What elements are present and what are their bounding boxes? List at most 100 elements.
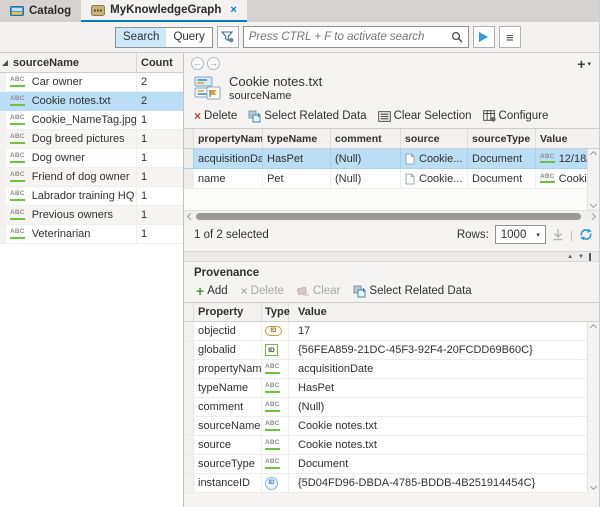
table-row[interactable]: name Pet (Null) Cookie... Document ABCCo… [184, 169, 599, 189]
run-search-button[interactable] [473, 26, 495, 48]
source-name: Dog breed pictures [32, 133, 136, 145]
tab-catalog[interactable]: Catalog [0, 0, 81, 22]
cell-value: HasPet [289, 379, 599, 397]
configure-button[interactable]: Configure [483, 110, 549, 122]
table-row-selected[interactable]: acquisitionDate HasPet (Null) Cookie... … [184, 149, 599, 169]
source-name: Dog owner [32, 152, 136, 164]
list-item[interactable]: ABCFriend of dog owner1 [0, 168, 183, 187]
column-header-value[interactable]: Value [536, 129, 599, 148]
table-row[interactable]: propertyNameABCacquisitionDate [184, 360, 599, 379]
table-row[interactable]: objectidID17 [184, 322, 599, 341]
rows-select[interactable]: 1000 ▾ [495, 225, 546, 244]
row-selector-gutter[interactable] [0, 187, 6, 205]
row-selector-gutter[interactable] [0, 225, 6, 243]
search-toggle[interactable]: Search [116, 28, 166, 47]
chevron-down-icon[interactable] [590, 483, 597, 490]
column-header-propertyname[interactable]: propertyName [194, 129, 263, 148]
list-item-selected[interactable]: ABCCookie notes.txt2 [0, 92, 183, 111]
column-header-typename[interactable]: typeName [263, 129, 331, 148]
clear-selection-button[interactable]: Clear Selection [378, 110, 472, 122]
chevron-up-icon[interactable] [590, 151, 597, 158]
column-header-source[interactable]: source [401, 129, 468, 148]
row-selector-gutter[interactable] [184, 322, 194, 340]
back-button[interactable]: ← [191, 57, 204, 70]
row-selector-gutter[interactable] [0, 206, 6, 224]
download-icon[interactable] [552, 228, 564, 241]
prov-select-related-button[interactable]: Select Related Data [353, 285, 471, 298]
chevron-down-icon[interactable]: ▾ [587, 60, 591, 68]
row-selector-gutter[interactable] [0, 168, 6, 186]
table-row[interactable]: globalidID{56FEA859-21DC-45F3-92F4-20FCD… [184, 341, 599, 360]
column-header-property[interactable]: Property [194, 303, 262, 321]
table-row[interactable]: instanceIDID{5D04FD96-DBDA-4785-BDDB-4B2… [184, 474, 599, 493]
search-input[interactable] [249, 31, 451, 43]
list-item[interactable]: ABCDog breed pictures1 [0, 130, 183, 149]
horizontal-scrollbar[interactable] [184, 210, 599, 222]
refresh-icon[interactable] [579, 228, 593, 241]
clear-button[interactable]: Clear [297, 285, 340, 297]
row-selector-gutter[interactable] [184, 398, 194, 416]
scrollbar-thumb[interactable] [196, 213, 581, 220]
row-selector-gutter[interactable] [184, 436, 194, 454]
panel-splitter[interactable]: ▲ ▼ [184, 251, 599, 262]
list-item[interactable]: ABCCar owner2 [0, 73, 183, 92]
chevron-up-icon[interactable] [590, 324, 597, 331]
list-item[interactable]: ABCDog owner1 [0, 149, 183, 168]
row-selector-gutter[interactable] [184, 417, 194, 435]
abc-icon: ABC [10, 172, 25, 182]
query-toggle[interactable]: Query [166, 28, 211, 47]
chevron-right-icon[interactable] [589, 213, 596, 220]
table-row[interactable]: sourceNameABCCookie notes.txt [184, 417, 599, 436]
row-selector-gutter[interactable] [184, 169, 194, 188]
close-icon[interactable]: × [230, 4, 236, 16]
add-row-button[interactable]: + Add [196, 285, 228, 297]
filter-button[interactable] [217, 26, 239, 48]
row-selector-gutter[interactable] [0, 73, 6, 91]
list-item[interactable]: ABCPrevious owners1 [0, 206, 183, 225]
chevron-down-icon[interactable] [590, 201, 597, 208]
tab-myknowledgegraph[interactable]: MyKnowledgeGraph × [81, 0, 247, 22]
row-selector-gutter[interactable] [0, 130, 6, 148]
forward-button[interactable]: → [207, 57, 220, 70]
select-related-data-button[interactable]: Select Related Data [248, 110, 366, 123]
list-item[interactable]: ABCVeterinarian1 [0, 225, 183, 244]
column-header-value[interactable]: Value [289, 303, 599, 321]
row-selector-gutter[interactable] [0, 111, 6, 129]
row-selector-gutter[interactable] [184, 149, 194, 168]
row-selector-gutter[interactable] [184, 474, 194, 492]
abc-icon: ABC [10, 134, 25, 144]
vertical-scrollbar[interactable] [587, 149, 599, 210]
row-selector-gutter[interactable] [184, 360, 194, 378]
delete-button[interactable]: × Delete [194, 109, 237, 123]
row-selector-gutter[interactable] [184, 379, 194, 397]
column-header-count[interactable]: Count [136, 53, 183, 72]
splitter-up-icon[interactable]: ▲ [567, 254, 573, 260]
column-header-type[interactable]: Type [262, 303, 289, 321]
list-item[interactable]: ABCLabrador training HQ1 [0, 187, 183, 206]
chevron-left-icon[interactable] [187, 213, 194, 220]
row-selector-gutter[interactable] [184, 455, 194, 473]
source-name: Labrador training HQ [32, 190, 136, 202]
table-row[interactable]: sourceTypeABCDocument [184, 455, 599, 474]
row-selector-gutter[interactable] [184, 341, 194, 359]
column-header-sourcetype[interactable]: sourceType [468, 129, 536, 148]
add-icon: + [196, 285, 204, 297]
row-selector-gutter[interactable] [0, 92, 6, 110]
delete-row-button[interactable]: × Delete [241, 284, 284, 298]
add-button[interactable]: + [577, 58, 585, 70]
vertical-scrollbar[interactable] [587, 322, 599, 492]
table-row[interactable]: commentABC(Null) [184, 398, 599, 417]
column-header-sourcename[interactable]: sourceName [10, 57, 136, 69]
table-row[interactable]: sourceABCCookie notes.txt [184, 436, 599, 455]
cell-sourcetype: Document [468, 169, 536, 188]
menu-button[interactable]: ≡ [499, 26, 521, 48]
expand-corner-icon[interactable] [0, 60, 10, 66]
application-window: Catalog MyKnowledgeGraph × Search Query … [0, 0, 600, 507]
splitter-handle-icon[interactable] [589, 253, 591, 261]
splitter-down-icon[interactable]: ▼ [578, 254, 584, 260]
table-row[interactable]: typeNameABCHasPet [184, 379, 599, 398]
list-item[interactable]: ABCCookie_NameTag.jpg1 [0, 111, 183, 130]
column-header-comment[interactable]: comment [331, 129, 401, 148]
row-selector-gutter[interactable] [0, 149, 6, 167]
abc-icon: ABC [265, 402, 280, 412]
